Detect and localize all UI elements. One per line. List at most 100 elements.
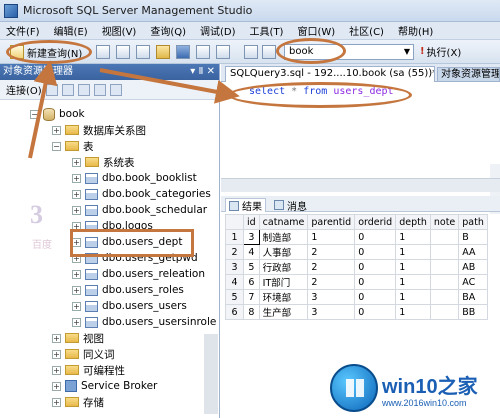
table-cell[interactable]: 7	[243, 289, 260, 305]
table-cell[interactable]: 4	[243, 244, 260, 260]
table-cell[interactable]: AC	[458, 274, 488, 290]
table-cell[interactable]: 0	[354, 259, 397, 275]
expand-icon[interactable]: +	[52, 125, 61, 135]
row-number-cell[interactable]: 6	[225, 304, 244, 320]
filter-icon[interactable]	[93, 83, 106, 96]
table-cell[interactable]: 3	[243, 229, 260, 245]
expand-icon[interactable]: +	[52, 397, 61, 407]
table-cell[interactable]: 6	[243, 274, 260, 290]
activity-monitor-button[interactable]	[216, 44, 230, 60]
tree-item-folder[interactable]: + 同义词	[52, 346, 115, 362]
table-cell[interactable]: 制造部	[258, 229, 309, 245]
row-number-cell[interactable]: 5	[225, 289, 244, 305]
table-cell[interactable]: 2	[307, 274, 356, 290]
table-cell[interactable]: 0	[354, 229, 397, 245]
expand-icon[interactable]: +	[52, 333, 61, 343]
tree-item-table[interactable]: + dbo.users_usersinrole	[72, 314, 216, 330]
table-cell[interactable]: 生产部	[258, 304, 309, 320]
new-project-button[interactable]	[116, 44, 130, 60]
refresh-icon[interactable]	[109, 83, 122, 96]
menu-edit[interactable]: 编辑(E)	[54, 23, 88, 38]
tab-sqlquery3[interactable]: SQLQuery3.sql - 192....10.book (sa (55))…	[225, 66, 435, 82]
menu-file[interactable]: 文件(F)	[6, 23, 40, 38]
table-cell[interactable]: B	[458, 229, 488, 245]
tree-item-folder[interactable]: + 数据库关系图	[52, 122, 146, 138]
table-cell[interactable]: AB	[458, 259, 488, 275]
table-cell[interactable]	[429, 229, 460, 245]
expand-icon[interactable]: +	[72, 173, 81, 183]
pin-icon[interactable]: Ⅱ	[199, 66, 204, 77]
row-number-cell[interactable]: 3	[225, 259, 244, 275]
table-cell[interactable]: 1	[395, 244, 431, 260]
expand-icon[interactable]: +	[52, 349, 61, 359]
tree-item-folder[interactable]: + 视图	[52, 330, 104, 346]
table-cell[interactable]	[429, 259, 460, 275]
table-cell[interactable]: 5	[243, 259, 260, 275]
table-cell[interactable]: 环境部	[258, 289, 309, 305]
tree-item-table[interactable]: + dbo.users_roles	[72, 282, 184, 298]
table-cell[interactable]: 1	[395, 259, 431, 275]
table-cell[interactable]	[429, 274, 460, 290]
table-cell[interactable]: 0	[354, 289, 397, 305]
stop-icon[interactable]	[77, 83, 90, 96]
menu-window[interactable]: 窗口(W)	[297, 23, 335, 38]
expand-icon[interactable]: +	[72, 301, 81, 311]
menu-community[interactable]: 社区(C)	[349, 23, 384, 38]
table-row[interactable]: 5 7 环境部 3 0 1 BA	[225, 289, 488, 305]
table-cell[interactable]	[429, 289, 460, 305]
expand-icon[interactable]: +	[72, 157, 81, 167]
mdx-button[interactable]	[262, 44, 276, 60]
expand-icon[interactable]: +	[72, 317, 81, 327]
dropdown-icon[interactable]: ▾	[190, 66, 195, 77]
tree-item-database[interactable]: − book	[30, 106, 85, 122]
tab-results[interactable]: 结果	[225, 198, 266, 213]
execute-button[interactable]: ! 执行(X)	[420, 44, 461, 59]
column-header[interactable]: catname	[258, 214, 309, 230]
table-cell[interactable]: 1	[395, 304, 431, 320]
tree-item-folder[interactable]: + 存储	[52, 394, 104, 410]
table-cell[interactable]: 行政部	[258, 259, 309, 275]
table-cell[interactable]: 人事部	[258, 244, 309, 260]
table-cell[interactable]: IT部门	[258, 274, 309, 290]
tab-messages[interactable]: 消息	[271, 198, 310, 213]
table-cell[interactable]: 1	[395, 289, 431, 305]
table-cell[interactable]: BB	[458, 304, 488, 320]
tree-item-folder[interactable]: + 可编程性	[52, 362, 125, 378]
column-header[interactable]: orderid	[354, 214, 397, 230]
table-cell[interactable]: 1	[395, 229, 431, 245]
table-cell[interactable]: 1	[307, 229, 356, 245]
column-header[interactable]: parentid	[307, 214, 356, 230]
table-cell[interactable]: 2	[307, 259, 356, 275]
table-cell[interactable]	[429, 304, 460, 320]
row-number-cell[interactable]: 1	[225, 229, 244, 245]
expand-icon[interactable]: +	[52, 381, 61, 391]
table-cell[interactable]: 1	[395, 274, 431, 290]
column-header[interactable]: depth	[395, 214, 431, 230]
menu-debug[interactable]: 调试(D)	[200, 23, 236, 38]
tree-item-folder[interactable]: + 系统表	[72, 154, 135, 170]
column-header[interactable]: id	[243, 214, 260, 230]
analysis-button[interactable]	[244, 44, 258, 60]
new-db-query-button[interactable]	[136, 44, 150, 60]
menu-view[interactable]: 视图(V)	[102, 23, 137, 38]
tree-item-table[interactable]: + dbo.users_users	[72, 298, 187, 314]
table-row[interactable]: 1 3 制造部 1 0 1 B	[225, 229, 488, 245]
save-all-button[interactable]	[196, 44, 210, 60]
close-icon[interactable]: ✕	[207, 66, 215, 77]
tree-item-broker[interactable]: + Service Broker	[52, 378, 157, 394]
collapse-icon[interactable]: −	[52, 141, 61, 151]
table-row[interactable]: 2 4 人事部 2 0 1 AA	[225, 244, 488, 260]
connect-button[interactable]: 连接(O)	[6, 82, 42, 97]
column-header[interactable]: note	[429, 214, 460, 230]
menu-help[interactable]: 帮助(H)	[398, 23, 433, 38]
table-cell[interactable]: 3	[307, 304, 356, 320]
table-cell[interactable]: 0	[354, 304, 397, 320]
table-row[interactable]: 6 8 生产部 3 0 1 BB	[225, 304, 488, 320]
tab-object-explorer[interactable]: 对象资源管理	[437, 67, 500, 82]
disconnect-icon[interactable]	[61, 83, 74, 96]
connect-icon[interactable]	[45, 83, 58, 96]
tree-item-table[interactable]: + dbo.users_releation	[72, 266, 205, 282]
table-cell[interactable]	[429, 244, 460, 260]
expand-icon[interactable]: +	[72, 269, 81, 279]
expand-icon[interactable]: +	[52, 365, 61, 375]
